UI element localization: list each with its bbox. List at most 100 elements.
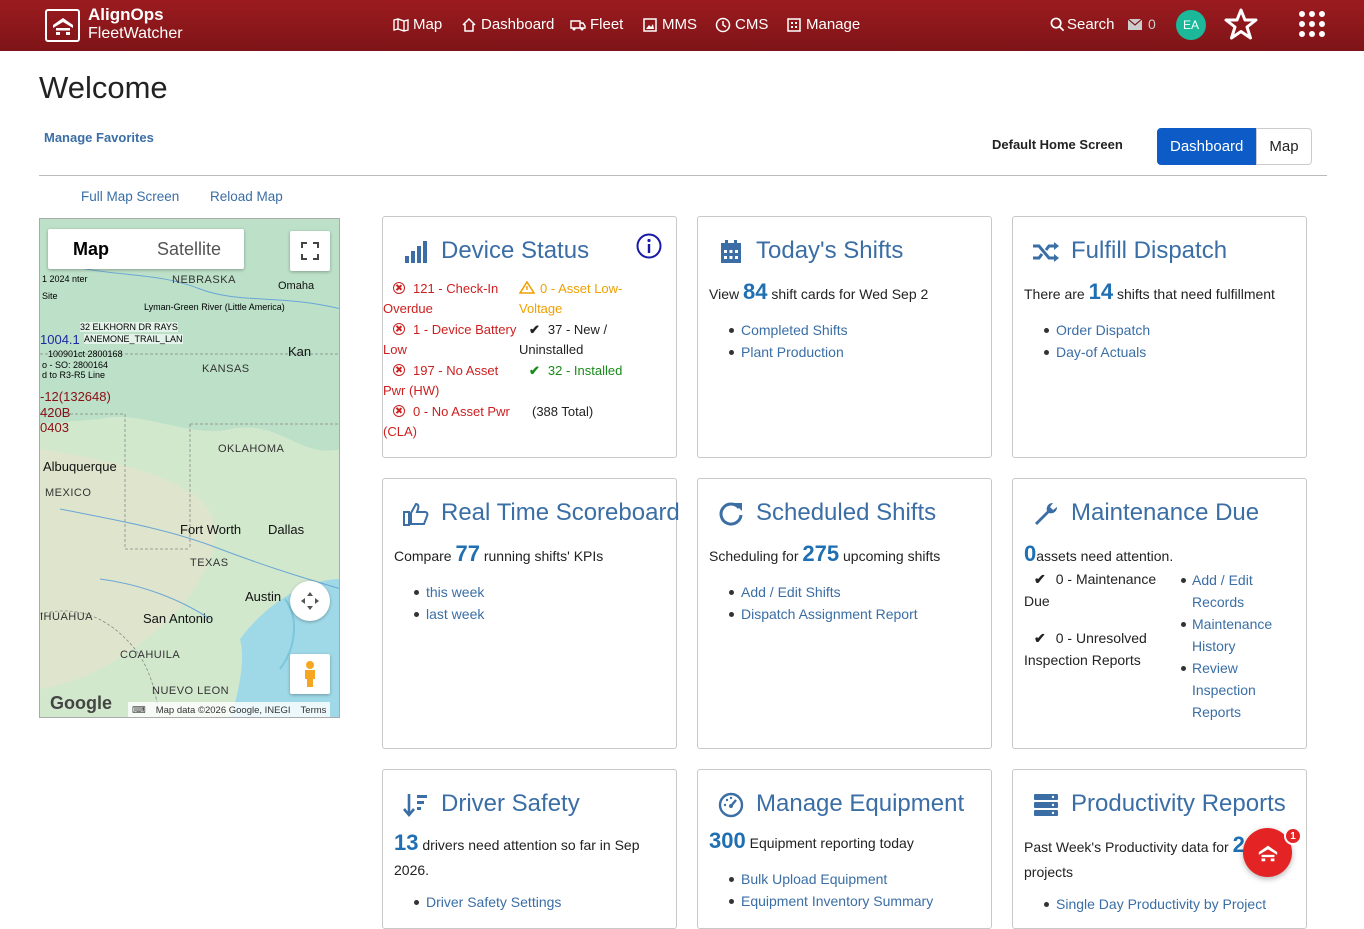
status-no-asset-pwr-cla[interactable]: 0 - No Asset Pwr (CLA) [383, 402, 519, 441]
default-home-map-button[interactable]: Map [1256, 128, 1312, 165]
status-asset-low-voltage[interactable]: 0 - Asset Low-Voltage [518, 279, 659, 318]
maintenance-due-status: ✔ 0 - Maintenance Due [1024, 571, 1157, 609]
map-city-albuquerque: Albuquerque [43, 459, 117, 474]
nav-manage[interactable]: Manage [786, 16, 860, 33]
map-marker-text: Site [42, 291, 58, 301]
card-title: Fulfill Dispatch [1071, 237, 1228, 264]
card-text: Scheduling for [709, 548, 799, 564]
map-marker-text: 1 2024 nter [42, 274, 88, 284]
error-circle-icon [393, 405, 405, 417]
card-fulfill-dispatch: Fulfill Dispatch There are 14 shifts tha… [1012, 216, 1307, 458]
map-city-omaha: Omaha [278, 280, 315, 292]
status-no-asset-pwr-hw[interactable]: 197 - No Asset Pwr (HW) [383, 361, 519, 400]
clock-icon [715, 17, 731, 32]
single-day-productivity-link[interactable]: Single Day Productivity by Project [1024, 893, 1296, 915]
map-attribution: ⌨ Map data ©2026 Google, INEGI Terms [128, 702, 331, 717]
map-tab-satellite[interactable]: Satellite [134, 229, 244, 269]
check-icon: ✔ [529, 322, 540, 337]
street-view-pegman-icon[interactable] [290, 654, 330, 694]
status-checkin-overdue[interactable]: 121 - Check-In Overdue [383, 279, 519, 318]
order-dispatch-link[interactable]: Order Dispatch [1024, 319, 1296, 341]
maintenance-history-link[interactable]: Maintenance History [1161, 613, 1291, 657]
check-icon: ✔ [1034, 571, 1046, 587]
default-home-dashboard-button[interactable]: Dashboard [1157, 128, 1257, 165]
map-tab-map[interactable]: Map [48, 229, 134, 269]
full-map-screen-link[interactable]: Full Map Screen [81, 189, 179, 204]
status-device-battery-low[interactable]: 1 - Device Battery Low [383, 320, 519, 359]
favorites-star-icon[interactable] [1224, 7, 1258, 46]
card-scheduled-shifts: Scheduled Shifts Scheduling for 275 upco… [697, 478, 992, 749]
error-circle-icon [393, 364, 405, 376]
alignops-logo-icon[interactable] [45, 9, 80, 42]
map-label-kansas: KANSAS [202, 363, 250, 375]
review-inspection-reports-link[interactable]: Review Inspection Reports [1161, 657, 1291, 723]
map-label-mexico: MEXICO [45, 487, 92, 499]
image-doc-icon [643, 17, 657, 32]
nav-mms[interactable]: MMS [642, 16, 697, 33]
pan-control-icon[interactable] [290, 581, 330, 621]
day-of-actuals-link[interactable]: Day-of Actuals [1024, 341, 1296, 363]
calendar-icon [716, 237, 746, 267]
status-installed[interactable]: ✔ 32 - Installed [519, 361, 659, 400]
unresolved-inspection-status: ✔ 0 - Unresolved Inspection Reports [1024, 630, 1147, 668]
error-circle-icon [393, 323, 405, 335]
last-week-link[interactable]: last week [394, 603, 666, 625]
card-text: shifts that need fulfillment [1116, 286, 1275, 302]
card-title: Device Status [441, 237, 590, 264]
map-marker-label: 420B [40, 405, 71, 420]
map-marker-label: -12(132648) [40, 389, 111, 404]
map-marker-label: 1004.1 [40, 332, 80, 347]
card-text: assets need attention. [1036, 548, 1174, 564]
keyboard-icon[interactable]: ⌨ [132, 705, 146, 716]
map-marker-label: 0403 [40, 420, 69, 435]
top-navbar: AlignOps FleetWatcher Map Dashboard Flee… [0, 0, 1364, 51]
completed-shifts-link[interactable]: Completed Shifts [709, 319, 981, 341]
divider [39, 175, 1327, 176]
map-widget[interactable]: Map Satellite NEBRASKA Omaha Lyman-Green… [39, 218, 340, 718]
shuffle-icon [1031, 237, 1061, 267]
nav-manage-label: Manage [806, 16, 861, 33]
google-logo: Google [50, 693, 112, 713]
user-avatar[interactable]: EA [1176, 10, 1206, 40]
dispatch-assignment-report-link[interactable]: Dispatch Assignment Report [709, 603, 981, 625]
equipment-inventory-summary-link[interactable]: Equipment Inventory Summary [709, 890, 981, 912]
reload-map-link[interactable]: Reload Map [210, 189, 283, 204]
messages-button[interactable]: 0 [1128, 16, 1156, 32]
search-button[interactable]: Search [1050, 16, 1115, 33]
map-label-nebraska: NEBRASKA [172, 274, 236, 286]
nav-map[interactable]: Map [393, 16, 442, 33]
map-city-austin: Austin [245, 589, 282, 604]
info-icon[interactable] [636, 233, 662, 264]
card-title: Real Time Scoreboard [441, 499, 680, 526]
warning-triangle-icon [518, 280, 536, 294]
truck-icon [570, 19, 586, 30]
card-title: Manage Equipment [756, 790, 965, 817]
add-edit-shifts-link[interactable]: Add / Edit Shifts [709, 581, 981, 603]
map-city-kan: Kan [288, 344, 312, 359]
apps-grid-icon[interactable] [1299, 11, 1325, 37]
card-text: shift cards for Wed Sep 2 [771, 286, 929, 302]
messages-count: 0 [1148, 16, 1156, 32]
search-icon [1050, 17, 1065, 32]
nav-fleet-label: Fleet [590, 16, 624, 33]
nav-fleet[interactable]: Fleet [570, 16, 623, 33]
status-new-uninstalled[interactable]: ✔ 37 - New / Uninstalled [519, 320, 659, 359]
add-edit-records-link[interactable]: Add / Edit Records [1161, 569, 1291, 613]
this-week-link[interactable]: this week [394, 581, 666, 603]
card-text: View [709, 286, 740, 302]
nav-cms[interactable]: CMS [715, 16, 768, 33]
card-text: upcoming shifts [843, 548, 941, 564]
map-terms-link[interactable]: Terms [301, 705, 327, 716]
driver-safety-settings-link[interactable]: Driver Safety Settings [394, 891, 666, 913]
plant-production-link[interactable]: Plant Production [709, 341, 981, 363]
nav-dashboard[interactable]: Dashboard [461, 16, 554, 33]
fullscreen-icon[interactable] [290, 231, 330, 271]
map-label-oklahoma: OKLAHOMA [218, 443, 285, 455]
bulk-upload-equipment-link[interactable]: Bulk Upload Equipment [709, 868, 981, 890]
map-label-nuevo-leon: NUEVO LEON [152, 685, 230, 697]
nav-mms-label: MMS [662, 16, 697, 33]
map-attribution-text: Map data ©2026 Google, INEGI [155, 704, 291, 716]
manage-favorites-link[interactable]: Manage Favorites [44, 130, 154, 145]
map-label-chihuahua: IHUAHUA [40, 611, 94, 623]
default-home-toggle: Dashboard Map [1157, 128, 1312, 165]
